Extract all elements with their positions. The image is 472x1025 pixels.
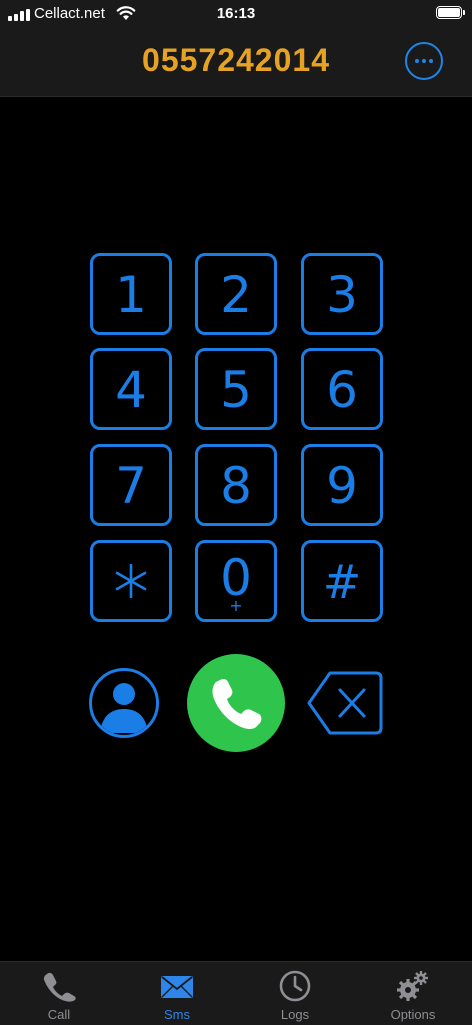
envelope-icon — [161, 976, 193, 998]
key-8[interactable]: 8 — [195, 444, 277, 526]
key-7[interactable]: 7 — [90, 444, 172, 526]
tab-sms-label: Sms — [164, 1007, 190, 1022]
key-5[interactable]: 5 — [195, 348, 277, 430]
more-dot-icon — [429, 59, 433, 63]
backspace-button[interactable] — [306, 670, 384, 736]
person-icon — [100, 683, 148, 733]
battery-icon — [436, 6, 465, 19]
key-hash[interactable]: # — [301, 540, 383, 622]
phone-icon — [43, 972, 76, 1002]
key-digit: 4 — [115, 361, 147, 419]
key-digit: 3 — [326, 266, 358, 324]
tab-call-label: Call — [47, 1007, 71, 1022]
key-4[interactable]: 4 — [90, 348, 172, 430]
more-options-button[interactable] — [405, 42, 443, 80]
call-button[interactable] — [187, 654, 285, 752]
phone-handset-icon — [212, 678, 262, 730]
clock-icon — [279, 970, 311, 1002]
key-3[interactable]: 3 — [301, 253, 383, 335]
status-bar: Cellact.net 16:13 — [0, 0, 472, 28]
tab-logs-label: Logs — [280, 1007, 310, 1022]
header: 0557242014 — [0, 28, 472, 97]
backspace-icon — [307, 671, 383, 735]
tab-options[interactable]: Options — [354, 962, 472, 1025]
key-0[interactable]: 0 + — [195, 540, 277, 622]
key-digit: 6 — [326, 361, 358, 419]
key-digit: 7 — [115, 457, 147, 515]
key-9[interactable]: 9 — [301, 444, 383, 526]
key-2[interactable]: 2 — [195, 253, 277, 335]
tab-options-label: Options — [390, 1007, 436, 1022]
tab-logs[interactable]: Logs — [236, 962, 354, 1025]
key-sub-label: + — [229, 596, 243, 615]
tab-sms[interactable]: Sms — [118, 962, 236, 1025]
status-time: 16:13 — [216, 5, 256, 22]
key-digit: # — [322, 555, 362, 609]
more-dot-icon — [422, 59, 426, 63]
key-1[interactable]: 1 — [90, 253, 172, 335]
key-digit: 8 — [220, 457, 252, 515]
dialed-number: 0557242014 — [142, 42, 330, 78]
gears-icon — [397, 971, 428, 1001]
key-digit: 5 — [220, 361, 252, 419]
key-star[interactable] — [90, 540, 172, 622]
tab-call[interactable]: Call — [0, 962, 118, 1025]
key-digit: 1 — [115, 266, 147, 324]
key-digit: 9 — [326, 457, 358, 515]
more-dot-icon — [415, 59, 419, 63]
asterisk-icon — [115, 564, 147, 598]
contacts-button[interactable] — [89, 668, 159, 738]
key-6[interactable]: 6 — [301, 348, 383, 430]
tab-bar: Call Sms Logs Options — [0, 961, 472, 1025]
key-digit: 2 — [220, 266, 252, 324]
